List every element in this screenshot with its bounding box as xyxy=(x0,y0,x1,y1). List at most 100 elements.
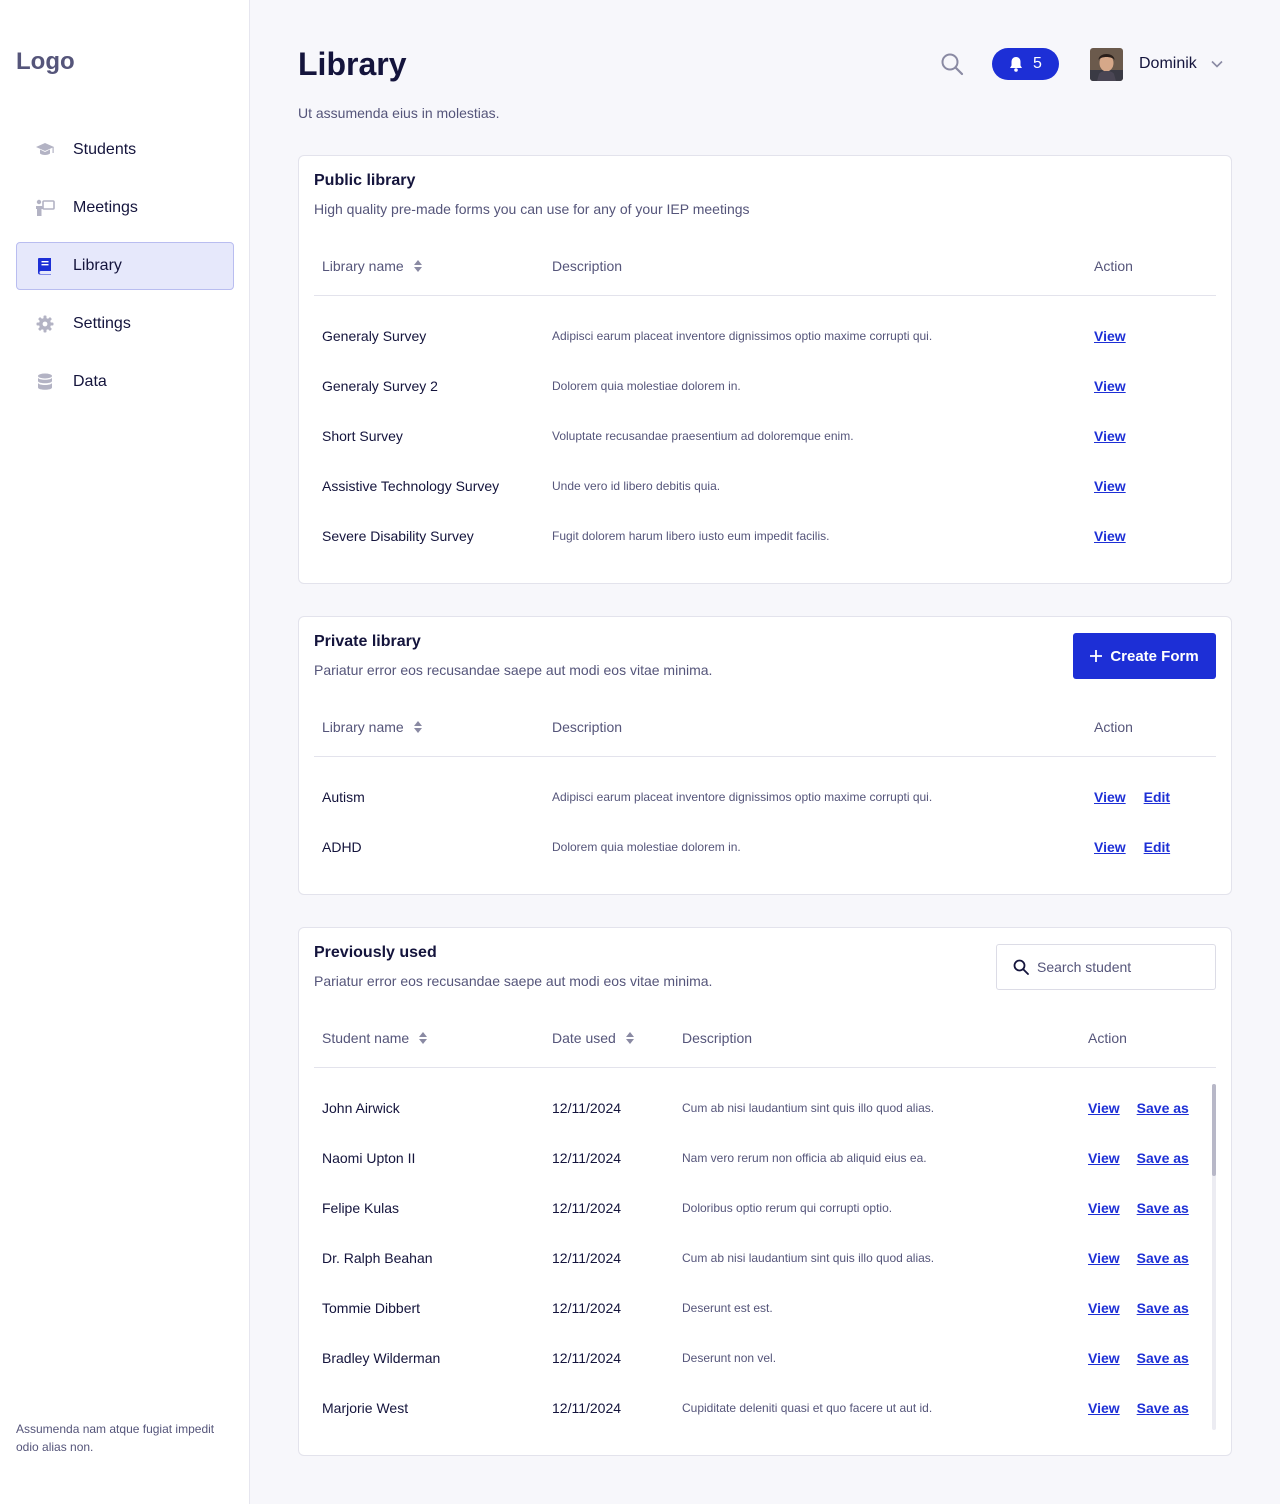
scrollbar-thumb[interactable] xyxy=(1212,1084,1216,1176)
view-link[interactable]: View xyxy=(1094,789,1126,805)
table-header: Student name Date used Description Actio… xyxy=(314,1008,1216,1068)
save-as-link[interactable]: Save as xyxy=(1137,1150,1189,1166)
view-link[interactable]: View xyxy=(1088,1300,1120,1316)
search-button[interactable] xyxy=(938,50,966,78)
library-name: Generaly Survey 2 xyxy=(322,378,438,394)
save-as-link[interactable]: Save as xyxy=(1137,1350,1189,1366)
view-link[interactable]: View xyxy=(1088,1350,1120,1366)
view-link[interactable]: View xyxy=(1094,378,1126,394)
library-description: Dolorem quia molestiae dolorem in. xyxy=(552,379,741,393)
save-as-link[interactable]: Save as xyxy=(1137,1300,1189,1316)
table-row: Short Survey Voluptate recusandae praese… xyxy=(314,411,1216,461)
previously-used-card: Previously used Pariatur error eos recus… xyxy=(298,927,1232,1456)
search-student-input[interactable] xyxy=(1037,959,1197,975)
sidebar: Logo Students Meetings Library Settings xyxy=(0,0,250,1504)
sort-library-name[interactable]: Library name xyxy=(322,697,422,757)
sort-student-name[interactable]: Student name xyxy=(322,1008,428,1068)
table-row: ADHD Dolorem quia molestiae dolorem in. … xyxy=(314,822,1216,872)
table-row: Bradley Wilderman 12/11/2024 Deserunt no… xyxy=(314,1333,1216,1383)
notifications-button[interactable]: 5 xyxy=(992,48,1059,80)
view-link[interactable]: View xyxy=(1088,1200,1120,1216)
date-used: 12/11/2024 xyxy=(552,1100,622,1116)
date-used: 12/11/2024 xyxy=(552,1150,622,1166)
column-label: Date used xyxy=(552,1030,616,1046)
date-used: 12/11/2024 xyxy=(552,1400,622,1416)
view-link[interactable]: View xyxy=(1088,1100,1120,1116)
sidebar-item-meetings[interactable]: Meetings xyxy=(16,184,234,232)
student-search xyxy=(996,944,1216,990)
column-action: Action xyxy=(1088,1030,1127,1046)
table-row: Assistive Technology Survey Unde vero id… xyxy=(314,461,1216,511)
usage-description: Cum ab nisi laudantium sint quis illo qu… xyxy=(682,1251,935,1265)
user-menu[interactable]: Dominik xyxy=(1090,47,1223,81)
avatar xyxy=(1090,47,1123,81)
notification-count: 5 xyxy=(1033,55,1042,72)
user-name: Dominik xyxy=(1139,55,1197,72)
column-description: Description xyxy=(552,719,623,735)
sort-library-name[interactable]: Library name xyxy=(322,236,422,296)
view-link[interactable]: View xyxy=(1088,1400,1120,1416)
library-description: Voluptate recusandae praesentium ad dolo… xyxy=(552,429,854,443)
table-row: Autism Adipisci earum placeat inventore … xyxy=(314,772,1216,822)
library-description: Fugit dolorem harum libero iusto eum imp… xyxy=(552,529,830,543)
library-name: Autism xyxy=(322,789,365,805)
create-form-label: Create Form xyxy=(1110,647,1199,665)
sidebar-item-data[interactable]: Data xyxy=(16,358,234,406)
sidebar-item-label: Library xyxy=(73,257,122,274)
sidebar-item-label: Students xyxy=(73,141,137,158)
database-icon xyxy=(17,373,73,391)
column-action: Action xyxy=(1094,258,1133,274)
column-label: Student name xyxy=(322,1030,410,1046)
graduation-cap-icon xyxy=(17,142,73,158)
column-label: Library name xyxy=(322,258,404,274)
date-used: 12/11/2024 xyxy=(552,1300,622,1316)
sort-icon xyxy=(419,1032,428,1044)
library-name: ADHD xyxy=(322,839,362,855)
library-description: Adipisci earum placeat inventore digniss… xyxy=(552,329,933,343)
view-link[interactable]: View xyxy=(1094,428,1126,444)
edit-link[interactable]: Edit xyxy=(1144,839,1170,855)
edit-link[interactable]: Edit xyxy=(1144,789,1170,805)
create-form-button[interactable]: Create Form xyxy=(1073,633,1216,679)
view-link[interactable]: View xyxy=(1094,478,1126,494)
date-used: 12/11/2024 xyxy=(552,1250,622,1266)
logo: Logo xyxy=(16,48,75,75)
card-title: Public library xyxy=(314,172,416,189)
sidebar-item-settings[interactable]: Settings xyxy=(16,300,234,348)
view-link[interactable]: View xyxy=(1094,839,1126,855)
library-description: Dolorem quia molestiae dolorem in. xyxy=(552,840,741,854)
table-scrollbar[interactable] xyxy=(1212,1084,1216,1430)
table-row: John Airwick 12/11/2024 Cum ab nisi laud… xyxy=(314,1083,1216,1133)
sidebar-item-label: Meetings xyxy=(73,199,138,216)
usage-description: Cum ab nisi laudantium sint quis illo qu… xyxy=(682,1101,935,1115)
column-description: Description xyxy=(682,1030,753,1046)
search-icon xyxy=(941,53,964,76)
student-name: Marjorie West xyxy=(322,1400,409,1416)
private-library-card: Private library Pariatur error eos recus… xyxy=(298,616,1232,895)
save-as-link[interactable]: Save as xyxy=(1137,1200,1189,1216)
card-subtitle: Pariatur error eos recusandae saepe aut … xyxy=(314,973,713,989)
sort-date-used[interactable]: Date used xyxy=(552,1008,634,1068)
view-link[interactable]: View xyxy=(1094,328,1126,344)
date-used: 12/11/2024 xyxy=(552,1200,622,1216)
usage-description: Doloribus optio rerum qui corrupti optio… xyxy=(682,1201,893,1215)
sidebar-item-students[interactable]: Students xyxy=(16,126,234,174)
table-row: Dr. Ralph Beahan 12/11/2024 Cum ab nisi … xyxy=(314,1233,1216,1283)
column-action: Action xyxy=(1094,719,1133,735)
view-link[interactable]: View xyxy=(1088,1150,1120,1166)
column-label: Library name xyxy=(322,719,404,735)
card-title: Private library xyxy=(314,633,421,650)
chevron-down-icon xyxy=(1211,60,1223,68)
view-link[interactable]: View xyxy=(1094,528,1126,544)
save-as-link[interactable]: Save as xyxy=(1137,1100,1189,1116)
save-as-link[interactable]: Save as xyxy=(1137,1250,1189,1266)
view-link[interactable]: View xyxy=(1088,1250,1120,1266)
student-name: Dr. Ralph Beahan xyxy=(322,1250,433,1266)
usage-description: Deserunt non vel. xyxy=(682,1351,777,1365)
save-as-link[interactable]: Save as xyxy=(1137,1400,1189,1416)
table-row: Marjorie West 12/11/2024 Cupiditate dele… xyxy=(314,1383,1216,1433)
student-name: Tommie Dibbert xyxy=(322,1300,421,1316)
sidebar-item-library[interactable]: Library xyxy=(16,242,234,290)
usage-description: Nam vero rerum non officia ab aliquid ei… xyxy=(682,1151,927,1165)
table-header: Library name Description Action xyxy=(314,697,1216,757)
